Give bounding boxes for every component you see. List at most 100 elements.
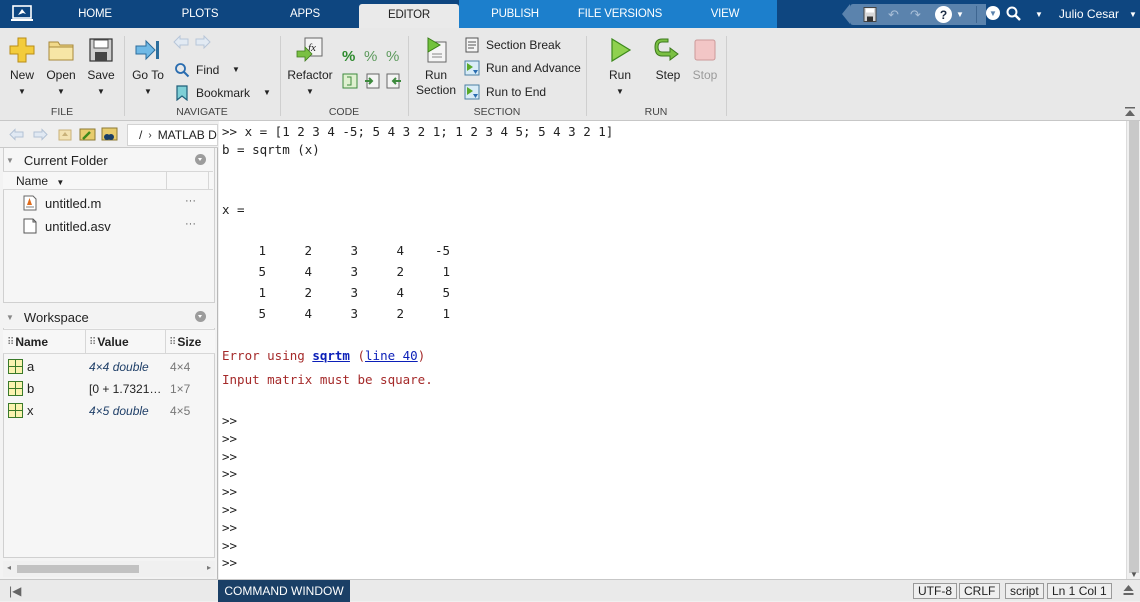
expand-panel-icon[interactable] (1123, 584, 1134, 596)
bookmark-dropdown-icon[interactable]: ▼ (263, 88, 271, 97)
sort-dropdown-icon[interactable]: ▼ (56, 178, 64, 187)
scrollbar-thumb[interactable] (1129, 121, 1139, 573)
vertical-scrollbar[interactable]: ▼ (1126, 121, 1140, 579)
file-type-indicator[interactable]: script (1005, 583, 1044, 599)
path-segment[interactable]: MATLAB Drive (158, 128, 217, 142)
value-column-header[interactable]: ⠿ Value (89, 335, 129, 349)
open-dropdown-icon[interactable]: ▼ (44, 86, 78, 98)
go-to-button[interactable]: Go To ▼ (130, 36, 166, 98)
refactor-button[interactable]: fx Refactor ▼ (286, 36, 334, 98)
increase-indent-icon[interactable] (364, 73, 380, 89)
variable-size: 4×5 (170, 404, 191, 418)
save-dropdown-icon[interactable]: ▼ (84, 86, 118, 98)
stop-button[interactable]: Stop (689, 36, 721, 83)
tab-home[interactable]: HOME (55, 0, 135, 28)
decrease-indent-icon[interactable] (386, 73, 402, 89)
wrap-comments-icon[interactable]: % (386, 48, 402, 65)
scrollbar-thumb[interactable] (17, 565, 139, 573)
error-function-link[interactable]: sqrtm (312, 348, 350, 363)
horizontal-scrollbar[interactable]: ◂ ▸ (3, 561, 215, 577)
drag-grip-icon[interactable]: ⠿ (89, 337, 96, 348)
up-folder-icon[interactable] (58, 128, 72, 141)
cloud-folder-icon[interactable] (101, 126, 118, 142)
redo-icon[interactable]: ↷ (910, 6, 921, 23)
column-divider[interactable] (166, 172, 167, 190)
run-button[interactable]: Run ▼ (603, 36, 637, 98)
line-ending-indicator[interactable]: CRLF (959, 583, 1001, 599)
matrix-cell: 1 (258, 285, 266, 300)
run-to-end-button[interactable]: Run to End (464, 83, 546, 101)
size-column-header[interactable]: ⠿ Size (169, 335, 201, 349)
scroll-left-icon[interactable]: ◂ (7, 563, 11, 572)
name-column-header[interactable]: Name ▼ (16, 174, 64, 188)
user-dropdown-icon[interactable]: ▼ (1129, 10, 1137, 19)
user-name[interactable]: Julio Cesar (1059, 7, 1119, 21)
matlab-desktop-icon[interactable] (11, 5, 33, 22)
current-folder-path[interactable]: / › MATLAB Drive (127, 124, 218, 146)
tab-publish[interactable]: PUBLISH (475, 0, 555, 28)
encoding-indicator[interactable]: UTF-8 (913, 583, 957, 599)
tab-view[interactable]: VIEW (685, 0, 765, 28)
file-row[interactable]: untitled.asv ··· (3, 215, 213, 237)
refactor-dropdown-icon[interactable]: ▼ (286, 86, 334, 98)
help-icon[interactable]: ? (935, 6, 952, 23)
step-button[interactable]: Step (651, 36, 685, 83)
command-window-tab[interactable]: COMMAND WINDOW (218, 580, 350, 602)
drag-grip-icon[interactable]: ⠿ (7, 337, 14, 348)
run-dropdown-icon[interactable]: ▼ (603, 86, 637, 98)
new-dropdown-icon[interactable]: ▼ (6, 86, 38, 98)
tab-editor[interactable]: EDITOR (359, 4, 459, 28)
column-divider[interactable] (208, 172, 209, 190)
panel-options-icon[interactable] (195, 154, 206, 165)
variable-row[interactable]: b [0 + 1.7321… 1×7 (3, 378, 215, 400)
drag-grip-icon[interactable]: ⠿ (169, 337, 176, 348)
forward-icon[interactable] (32, 128, 48, 141)
group-label-run: RUN (644, 106, 668, 118)
uncomment-icon[interactable]: % (364, 48, 380, 65)
comment-icon[interactable]: % (342, 48, 358, 65)
help-dropdown-icon[interactable]: ▼ (956, 6, 964, 23)
run-and-advance-button[interactable]: Run and Advance (464, 59, 581, 77)
save-button[interactable]: Save ▼ (84, 36, 118, 98)
name-column-header[interactable]: ⠿ Name (7, 335, 48, 349)
command-window[interactable]: >> x = [1 2 3 4 -5; 5 4 3 2 1; 1 2 3 4 5… (219, 121, 1126, 579)
run-section-button[interactable]: Run Section (414, 36, 458, 98)
back-icon[interactable] (9, 128, 25, 141)
tab-plots[interactable]: PLOTS (160, 0, 240, 28)
variable-row[interactable]: a 4×4 double 4×4 (3, 356, 215, 378)
collapse-triangle-icon[interactable]: ▼ (6, 156, 14, 165)
scroll-down-icon[interactable]: ▼ (1130, 570, 1138, 579)
collapse-toolstrip-icon[interactable] (1124, 106, 1136, 118)
tab-file-versions[interactable]: FILE VERSIONS (570, 0, 670, 28)
column-divider[interactable] (85, 330, 86, 354)
back-arrow-icon[interactable] (173, 35, 190, 49)
bookmark-button[interactable]: Bookmark (174, 84, 250, 102)
new-button[interactable]: New ▼ (6, 36, 38, 98)
error-line-link[interactable]: line 40 (365, 348, 418, 363)
find-button[interactable]: Find (174, 61, 219, 79)
search-icon[interactable] (1005, 5, 1023, 23)
go-to-start-icon[interactable]: |◀ (9, 584, 21, 598)
section-break-button[interactable]: Section Break (464, 36, 561, 54)
forward-arrow-icon[interactable] (194, 35, 211, 49)
go-to-icon (135, 39, 159, 61)
tab-apps[interactable]: APPS (265, 0, 345, 28)
browse-folder-icon[interactable] (79, 126, 96, 142)
file-row[interactable]: untitled.m ··· (3, 192, 213, 214)
collapse-triangle-icon[interactable]: ▼ (6, 313, 14, 322)
run-play-icon (611, 37, 632, 63)
file-more-icon[interactable]: ··· (185, 195, 196, 207)
file-more-icon[interactable]: ··· (185, 218, 196, 230)
variable-row[interactable]: x 4×5 double 4×5 (3, 400, 215, 422)
go-to-dropdown-icon[interactable]: ▼ (130, 86, 166, 98)
undo-icon[interactable]: ↶ (888, 6, 899, 23)
scroll-right-icon[interactable]: ▸ (207, 563, 211, 572)
save-icon[interactable] (863, 6, 877, 23)
search-dropdown-icon[interactable]: ▼ (1035, 10, 1043, 19)
panel-options-icon[interactable] (195, 311, 206, 322)
quick-access-options-icon[interactable]: ▼ (986, 6, 1000, 20)
smart-indent-icon[interactable] (342, 73, 358, 89)
find-dropdown-icon[interactable]: ▼ (232, 65, 240, 74)
open-button[interactable]: Open ▼ (44, 36, 78, 98)
column-divider[interactable] (165, 330, 166, 354)
